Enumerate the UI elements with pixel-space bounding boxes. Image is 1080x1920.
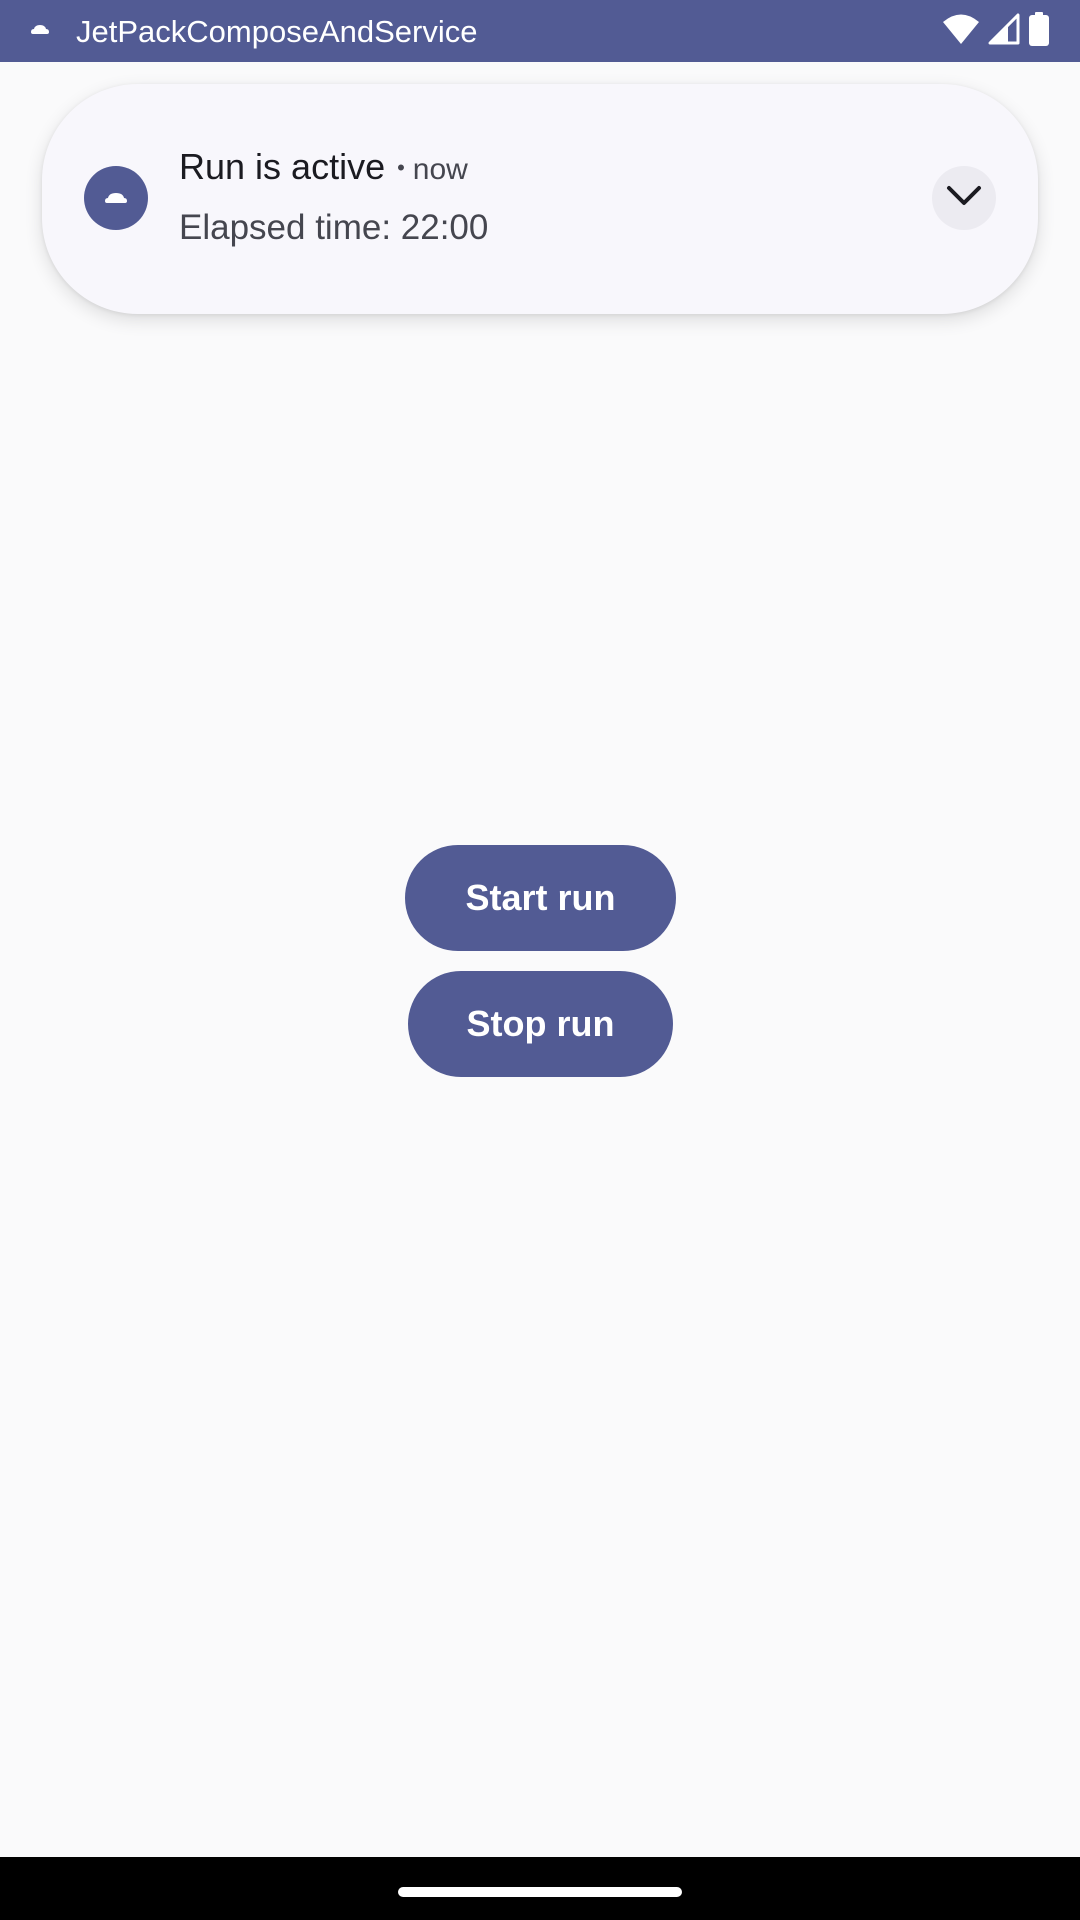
notification-body: Elapsed time: 22:00 [179, 208, 489, 247]
notification-time: now [412, 153, 468, 186]
status-icons [942, 11, 1050, 51]
battery-icon [1028, 11, 1050, 51]
cloud-icon [30, 22, 50, 36]
notification-header: Run is active • now [179, 146, 468, 188]
home-gesture-handle[interactable] [398, 1887, 682, 1897]
cloud-icon [84, 166, 148, 230]
notification-card[interactable]: Run is active • now Elapsed time: 22:00 [42, 84, 1038, 314]
notification-title: Run is active [179, 146, 386, 187]
app-title: JetPackComposeAndService [76, 14, 478, 49]
status-bar: JetPackComposeAndService [0, 0, 1080, 62]
chevron-down-icon [946, 185, 982, 212]
expand-notification-button[interactable] [932, 166, 996, 230]
start-run-button[interactable]: Start run [405, 845, 676, 951]
notification-separator: • [397, 155, 405, 180]
wifi-icon [942, 13, 980, 50]
signal-icon [988, 13, 1020, 50]
navigation-bar [0, 1857, 1080, 1920]
app-screen: JetPackComposeAndService Run is active •… [0, 0, 1080, 1920]
stop-run-button[interactable]: Stop run [408, 971, 673, 1077]
